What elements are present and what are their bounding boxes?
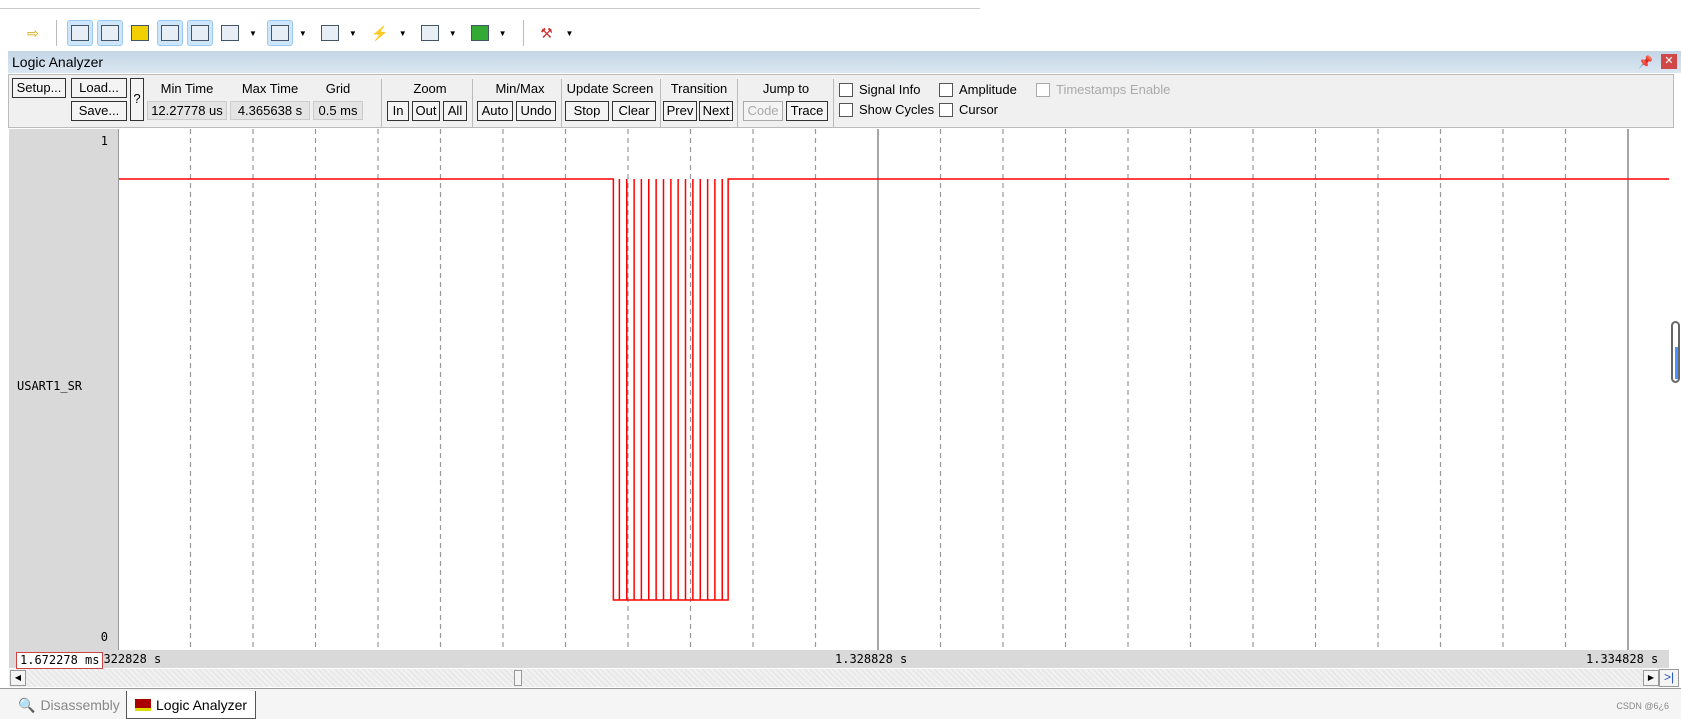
signal-info-checkbox[interactable]: Signal Info	[839, 82, 920, 97]
amplitude-checkbox[interactable]: Amplitude	[939, 82, 1017, 97]
setup-button[interactable]: Setup...	[12, 78, 66, 98]
max-time-label: Max Time	[241, 81, 299, 96]
min-time-label: Min Time	[160, 81, 214, 96]
trace-button[interactable]: Trace	[786, 101, 828, 121]
divider	[56, 20, 57, 46]
jump-to-label: Jump to	[762, 81, 810, 96]
divider	[737, 79, 738, 127]
signal-name-column: 1 USART1_SR 0	[9, 129, 119, 650]
scroll-to-end-icon[interactable]: >|	[1659, 669, 1679, 687]
divider	[522, 20, 524, 46]
update-screen-label: Update Screen	[566, 81, 654, 96]
signal-max-label: 1	[100, 134, 108, 148]
analyzer-controls: Setup... Load... Save... ? Min Time 12.2…	[8, 74, 1674, 128]
divider	[472, 79, 473, 127]
tab-label: Logic Analyzer	[156, 696, 248, 713]
signal-trace	[119, 178, 1669, 601]
min-time-value: 12.27778 us	[147, 101, 227, 120]
chevron-down-icon[interactable]: ▼	[499, 29, 507, 38]
checkbox-label: Amplitude	[959, 82, 1017, 97]
grid-label: Grid	[325, 81, 351, 96]
checkbox-label: Timestamps Enable	[1056, 82, 1171, 97]
chevron-down-icon[interactable]: ▼	[449, 29, 457, 38]
chevron-down-icon[interactable]: ▼	[566, 29, 574, 38]
tab-label: Disassembly	[40, 697, 120, 713]
grid-value: 0.5 ms	[313, 101, 363, 120]
divider	[561, 79, 562, 127]
time-axis-right-label: 1.334828 s	[1586, 652, 1659, 666]
divider	[660, 79, 661, 127]
transition-label: Transition	[670, 81, 728, 96]
panel-title-bar: Logic Analyzer 📌 ✕	[8, 51, 1681, 73]
pin-icon[interactable]: 📌	[1638, 55, 1653, 69]
main-toolbar-top	[0, 0, 980, 9]
minmax-label: Min/Max	[495, 81, 545, 96]
checkbox-label: Cursor	[959, 102, 999, 117]
serial-window-button[interactable]	[317, 20, 343, 46]
timestamps-enable-checkbox[interactable]: Timestamps Enable	[1036, 82, 1170, 97]
scrollbar-thumb[interactable]	[514, 670, 522, 686]
trace-window-button[interactable]	[417, 20, 443, 46]
chevron-down-icon[interactable]: ▼	[249, 29, 257, 38]
stop-button[interactable]: Stop	[565, 101, 609, 121]
run-to-cursor-icon[interactable]: ⇨	[20, 20, 46, 46]
chevron-down-icon[interactable]: ▼	[349, 29, 357, 38]
symbols-window-button[interactable]	[127, 20, 153, 46]
tab-disassembly[interactable]: 🔍 Disassembly	[10, 691, 128, 719]
memory-window-button[interactable]	[266, 20, 293, 46]
watch-window-button[interactable]	[217, 20, 243, 46]
show-cycles-checkbox[interactable]: Show Cycles	[839, 102, 934, 117]
cursor-time-readout: 1.672278 ms	[16, 652, 104, 669]
window-tabs: 🔍 Disassembly Logic Analyzer CSDN @6¿6	[0, 688, 1681, 719]
help-button[interactable]: ?	[130, 78, 144, 121]
scrollbar-thumb[interactable]	[1671, 321, 1680, 383]
waveform-plot[interactable]	[119, 129, 1669, 650]
signal-name[interactable]: USART1_SR	[17, 379, 82, 393]
undo-button[interactable]: Undo	[516, 101, 556, 121]
registers-window-button[interactable]	[157, 20, 183, 46]
chevron-down-icon[interactable]: ▼	[299, 29, 307, 38]
chevron-down-icon[interactable]: ▼	[399, 29, 407, 38]
tools-icon[interactable]: ⚒	[534, 20, 560, 46]
call-stack-button[interactable]	[187, 20, 213, 46]
time-axis: 1.672278 ms 1.322828 s 1.328828 s 1.3348…	[9, 650, 1669, 669]
next-button[interactable]: Next	[699, 101, 733, 121]
code-button[interactable]: Code	[743, 101, 783, 121]
command-window-button[interactable]	[67, 20, 93, 46]
disassembly-window-button[interactable]	[97, 20, 123, 46]
analysis-window-button[interactable]: ⚡	[367, 20, 393, 46]
auto-button[interactable]: Auto	[477, 101, 513, 121]
clear-button[interactable]: Clear	[612, 101, 656, 121]
tab-logic-analyzer[interactable]: Logic Analyzer	[126, 691, 257, 719]
checkbox-label: Show Cycles	[859, 102, 935, 117]
zoom-label: Zoom	[413, 81, 447, 96]
zoom-all-button[interactable]: All	[443, 101, 467, 121]
horizontal-scrollbar[interactable]: ◀ ▶	[9, 669, 1669, 687]
panel-title: Logic Analyzer	[12, 54, 104, 70]
divider	[833, 79, 834, 127]
zoom-out-button[interactable]: Out	[412, 101, 440, 121]
close-icon[interactable]: ✕	[1661, 54, 1677, 69]
load-button[interactable]: Load...	[71, 78, 127, 98]
debug-toolbar: ⇨ ▼ ▼ ▼ ⚡ ▼ ▼ ▼ ⚒ ▼	[0, 16, 1681, 50]
watermark: CSDN @6¿6	[1616, 701, 1669, 711]
scroll-left-icon[interactable]: ◀	[10, 670, 26, 686]
time-axis-mid-label: 1.328828 s	[835, 652, 908, 666]
cursor-checkbox[interactable]: Cursor	[939, 102, 998, 117]
zoom-in-button[interactable]: In	[387, 101, 409, 121]
prev-button[interactable]: Prev	[663, 101, 697, 121]
disassembly-icon: 🔍	[18, 696, 36, 713]
signal-min-label: 0	[100, 630, 108, 644]
divider	[381, 79, 382, 127]
max-time-value: 4.365638 s	[230, 101, 310, 120]
system-viewer-button[interactable]	[467, 20, 493, 46]
save-button[interactable]: Save...	[71, 101, 127, 121]
checkbox-label: Signal Info	[859, 82, 921, 97]
logic-analyzer-icon	[135, 698, 151, 711]
scroll-right-icon[interactable]: ▶	[1643, 670, 1659, 686]
vertical-scrollbar[interactable]	[1669, 129, 1681, 669]
